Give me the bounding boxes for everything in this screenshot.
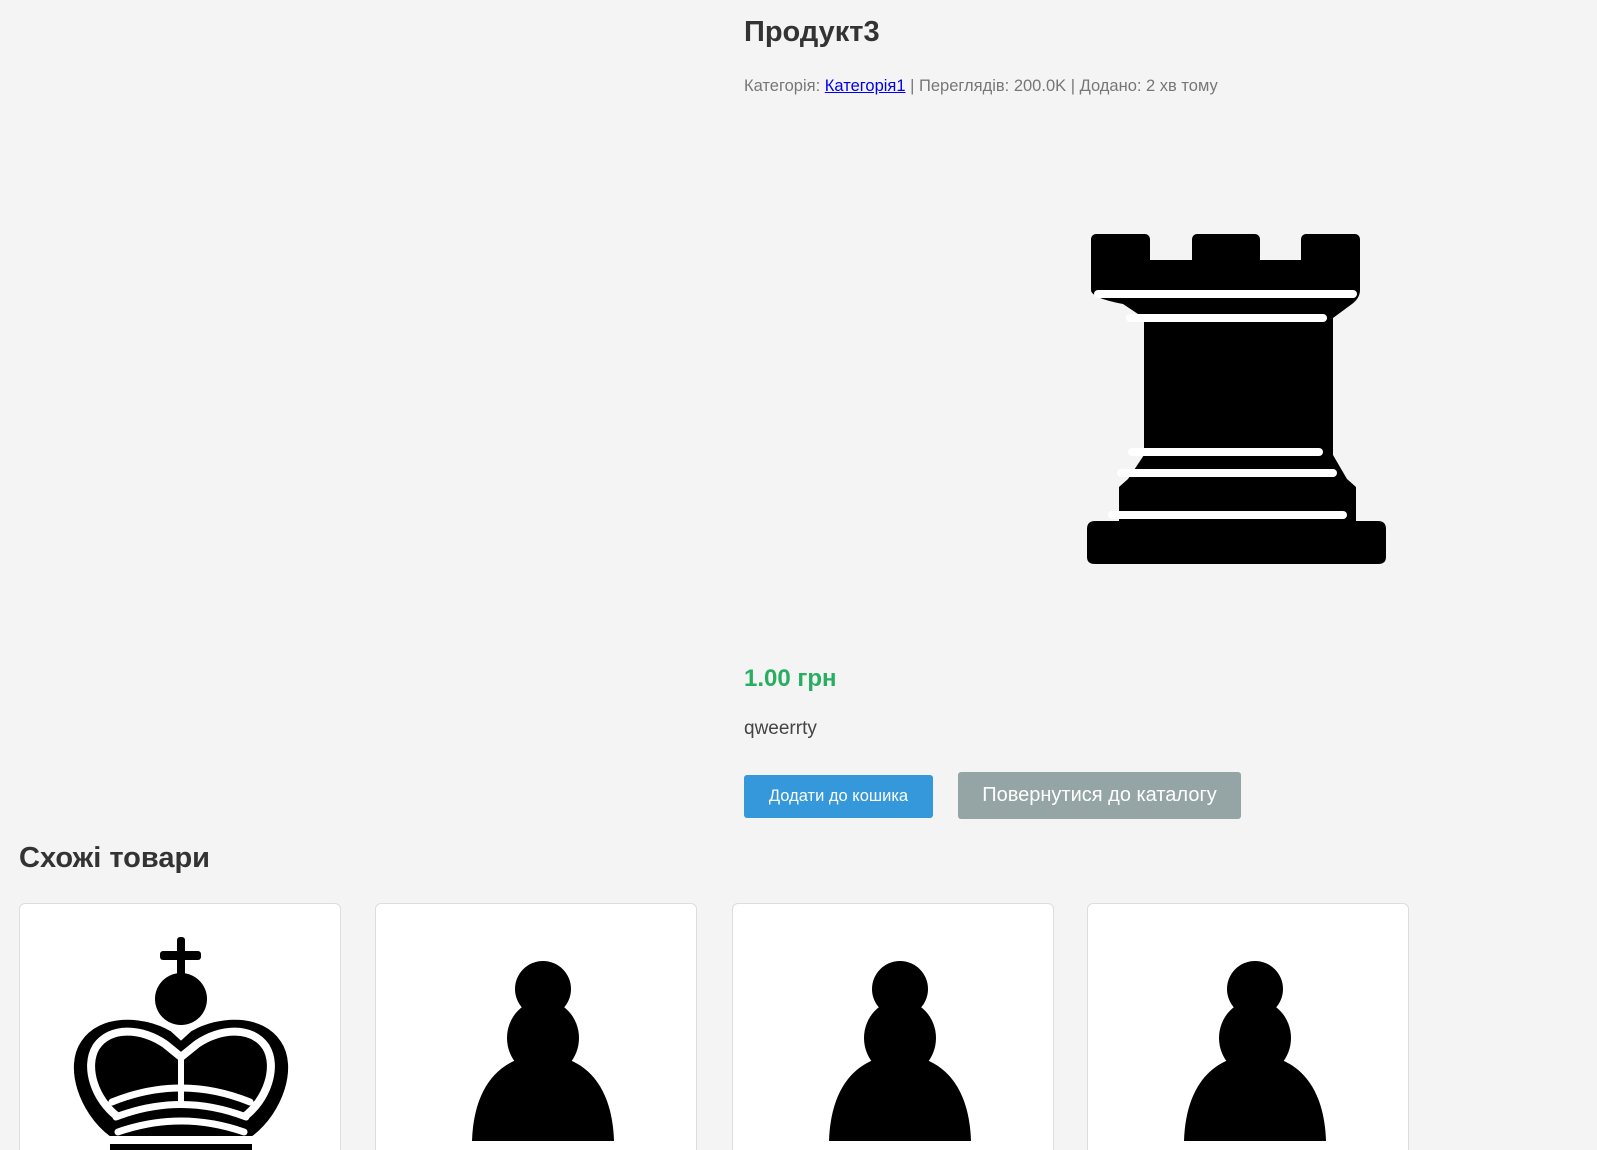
- product-page: Продукт3 Категорія: Категорія1 | Перегля…: [0, 0, 1597, 1150]
- chess-pawn-icon: [829, 961, 971, 1141]
- product-price: 1.00 грн: [744, 665, 837, 692]
- similar-product-card[interactable]: [732, 903, 1054, 1150]
- add-to-cart-button[interactable]: Додати до кошика: [744, 775, 933, 818]
- category-prefix: Категорія:: [744, 77, 821, 95]
- product-image: [1085, 232, 1388, 566]
- similar-product-card[interactable]: [19, 903, 341, 1150]
- product-meta: Категорія: Категорія1 | Переглядів: 200.…: [744, 77, 1218, 96]
- category-link[interactable]: Категорія1: [825, 77, 906, 95]
- similar-product-card[interactable]: [375, 903, 697, 1150]
- chess-pawn-icon: [472, 961, 614, 1141]
- chess-rook-icon: [1087, 234, 1386, 564]
- back-to-catalog-button[interactable]: Повернутися до каталогу: [958, 772, 1241, 819]
- chess-pawn-icon: [1184, 961, 1326, 1141]
- similar-products-title: Схожі товари: [19, 842, 211, 874]
- similar-product-card[interactable]: [1087, 903, 1409, 1150]
- product-title: Продукт3: [744, 16, 880, 48]
- chess-king-icon: [73, 937, 289, 1150]
- views-count: | Переглядів: 200.0K: [910, 77, 1067, 95]
- product-description: qweerrty: [744, 718, 817, 739]
- added-time: | Додано: 2 хв тому: [1070, 77, 1218, 95]
